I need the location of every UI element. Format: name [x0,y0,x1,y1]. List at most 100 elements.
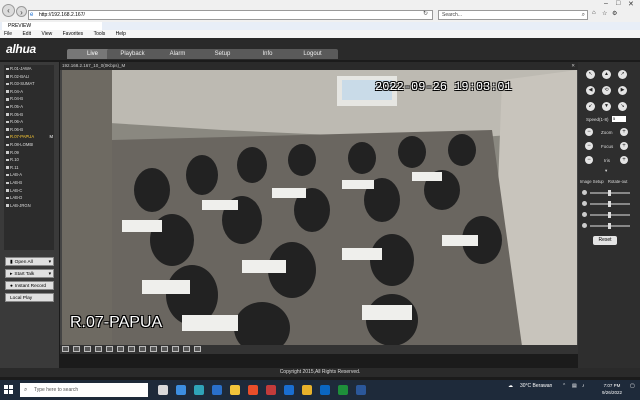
local-play-button[interactable]: Local Play [5,293,54,302]
nav-alarm[interactable]: Alarm [152,49,203,59]
channel-item[interactable]: LAB-JRGN [4,202,54,210]
menu-file[interactable]: File [4,31,12,37]
zoom-out-button[interactable]: − [585,128,593,136]
volume-icon[interactable]: ♪ [582,383,585,389]
menu-favorites[interactable]: Favorites [63,31,84,37]
home-icon[interactable]: ⌂ [592,10,596,16]
saturation-slider[interactable] [590,212,630,218]
slider-knob[interactable] [608,212,611,218]
audio-icon[interactable] [183,346,190,352]
reset-button[interactable]: Reset [593,236,617,245]
channel-item[interactable]: LAB-D [4,194,54,202]
ptz-up-left-icon[interactable]: ↖ [586,70,595,79]
ptz-left-icon[interactable]: ◀ [586,86,595,95]
record-all-icon[interactable] [194,346,201,352]
browser-search-input[interactable]: Search... ⌕ [438,10,588,20]
edge-icon[interactable] [194,385,204,395]
firefox-icon[interactable] [248,385,258,395]
photos-icon[interactable] [212,385,222,395]
channel-item[interactable]: R.10 [4,156,54,164]
nav-setup[interactable]: Setup [197,49,248,59]
channel-item[interactable]: R.04-A [4,88,54,96]
taskbar-search[interactable]: ⌕ Type here to search [20,383,148,397]
channel-item[interactable]: R.03-SUMAT [4,80,54,88]
layout-1-icon[interactable] [62,346,69,352]
snapshot-icon[interactable] [150,346,157,352]
chevron-down-icon[interactable]: ▾ [605,168,607,174]
open-all-button[interactable]: ▮ Open All ▾ [5,257,54,266]
channel-item[interactable]: LAB-B [4,179,54,187]
channel-item[interactable]: R.02-BALI [4,73,54,81]
chrome-icon[interactable] [302,385,312,395]
weather-text[interactable]: 30°C Berawan [520,383,552,389]
focus-in-button[interactable]: + [620,142,628,150]
minimize-icon[interactable]: – [604,0,608,7]
chevron-down-icon[interactable]: ▾ [49,258,51,267]
slider-knob[interactable] [608,190,611,196]
nav-playback[interactable]: Playback [107,49,158,59]
iris-close-button[interactable]: − [585,156,593,164]
speed-select[interactable]: 5 [612,116,626,122]
layout-9-icon[interactable] [84,346,91,352]
channel-item[interactable]: LAB-A [4,171,54,179]
close-all-icon[interactable] [172,346,179,352]
mail-icon[interactable] [176,385,186,395]
ptz-up-icon[interactable]: ▲ [602,70,611,79]
task-view-icon[interactable] [158,385,168,395]
close-video-icon[interactable]: ✕ [571,62,575,70]
channel-item[interactable]: R.04-B [4,95,54,103]
channel-item[interactable]: R.06-A [4,118,54,126]
app-icon[interactable] [320,385,330,395]
slider-knob[interactable] [608,223,611,229]
excel-icon[interactable] [338,385,348,395]
ptz-down-left-icon[interactable]: ↙ [586,102,595,111]
instant-record-button[interactable]: ● Instant Record [5,281,54,290]
channel-item[interactable]: R.06-B [4,126,54,134]
menu-tools[interactable]: Tools [94,31,106,37]
channel-item[interactable]: R.05-B [4,111,54,119]
address-bar[interactable]: e http://192.168.2.167/ [28,10,433,20]
channel-item[interactable]: R.11 [4,164,54,172]
channel-item[interactable]: R.07-PAPUA M [4,133,54,141]
search-icon[interactable]: ⌕ [582,11,585,19]
layout-custom-icon[interactable] [106,346,113,352]
tray-chevron-icon[interactable]: ⌃ [562,383,566,389]
internet-explorer-icon[interactable] [284,385,294,395]
nav-logout[interactable]: Logout [287,49,338,59]
iris-open-button[interactable]: + [620,156,628,164]
back-icon[interactable]: ‹ [2,4,15,17]
zoom-in-button[interactable]: + [620,128,628,136]
taskbar-clock[interactable]: 7:07 PM 9/26/2022 [598,382,626,396]
channel-item[interactable]: R.05-A [4,103,54,111]
start-talk-button[interactable]: ▸ Start Talk ▾ [5,269,54,278]
zoom-icon[interactable] [161,346,168,352]
ptz-down-right-icon[interactable]: ↘ [618,102,627,111]
word-icon[interactable] [356,385,366,395]
ptz-down-icon[interactable]: ▼ [602,102,611,111]
menu-help[interactable]: Help [116,31,126,37]
layout-4-icon[interactable] [73,346,80,352]
browser-tab[interactable]: PREVIEW [2,22,102,30]
channel-item[interactable]: LAB-C [4,187,54,195]
aspect-ratio-icon[interactable] [128,346,135,352]
refresh-icon[interactable]: ↻ [423,10,428,17]
menu-view[interactable]: View [41,31,52,37]
ptz-up-right-icon[interactable]: ↗ [618,70,627,79]
channel-item[interactable]: R.01-JAWA [4,65,54,73]
windows-start-icon[interactable] [4,385,14,395]
focus-out-button[interactable]: − [585,142,593,150]
layout-16-icon[interactable] [95,346,102,352]
ptz-right-icon[interactable]: ▶ [618,86,627,95]
chevron-down-icon[interactable]: ▾ [49,270,51,279]
app-icon[interactable] [266,385,276,395]
notification-icon[interactable]: ▢ [630,383,635,389]
maximize-icon[interactable]: □ [616,0,620,7]
network-icon[interactable]: ▤ [572,383,577,389]
slider-knob[interactable] [608,201,611,207]
close-icon[interactable]: ✕ [628,0,634,8]
hue-slider[interactable] [590,223,630,229]
explorer-icon[interactable] [230,385,240,395]
contrast-slider[interactable] [590,201,630,207]
channel-item[interactable]: R.09 [4,149,54,157]
channel-item[interactable]: R.08-LOMBI [4,141,54,149]
